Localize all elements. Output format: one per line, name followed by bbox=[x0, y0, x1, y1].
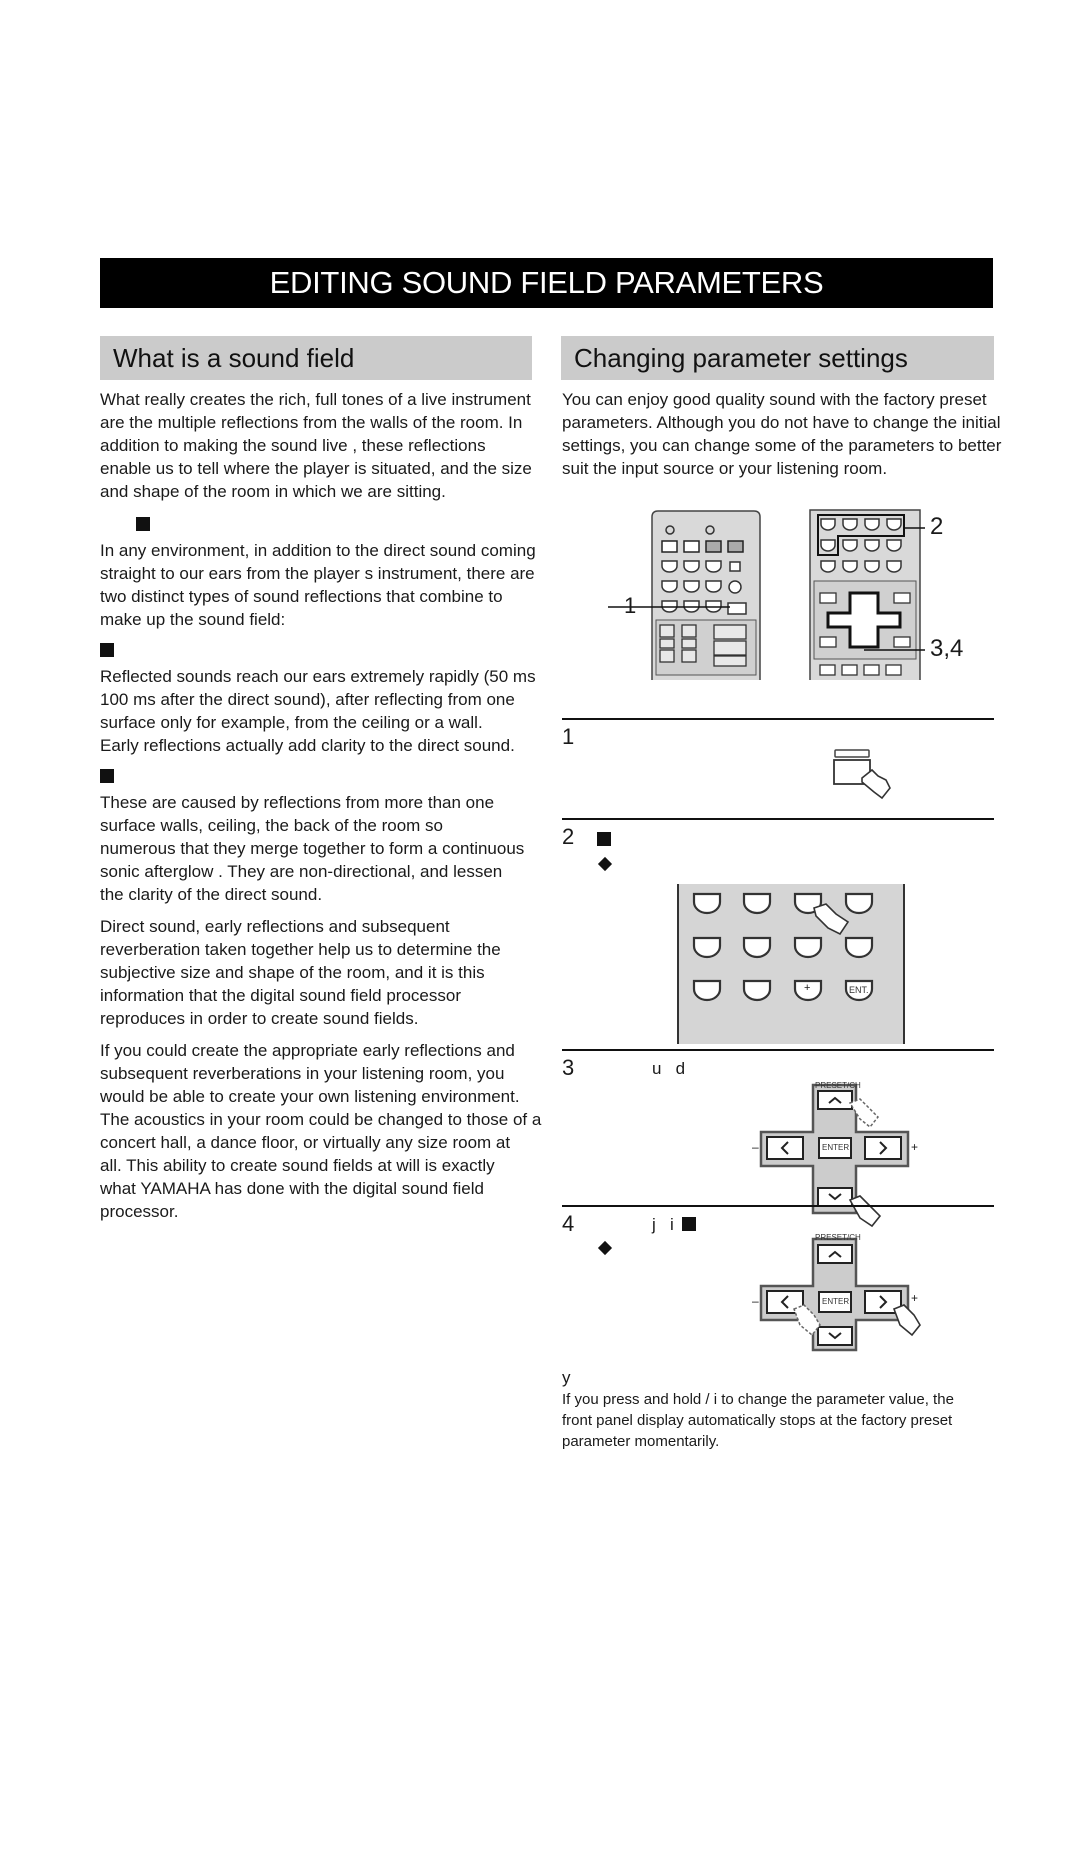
dpad-left-right-illustration bbox=[759, 1237, 921, 1352]
dpad-minus-label: – bbox=[752, 1294, 759, 1308]
text-line: These are caused by reflections from mor… bbox=[100, 793, 495, 812]
text-line: surface only for example, from the ceili… bbox=[100, 713, 483, 732]
text-line: If you could create the appropriate earl… bbox=[100, 1041, 515, 1060]
square-bullet-icon bbox=[100, 769, 114, 783]
reverberations-paragraph: These are caused by reflections from mor… bbox=[100, 791, 570, 906]
text-line: straight to our ears from the player s i… bbox=[100, 564, 535, 583]
text-line: reverberation taken together help us to … bbox=[100, 940, 501, 959]
text-line: surface walls, ceiling, the back of the … bbox=[100, 816, 443, 835]
step-divider bbox=[562, 1049, 994, 1051]
callout-label-3-4: 3,4 bbox=[930, 635, 964, 662]
create-sound-field-paragraph: If you could create the appropriate earl… bbox=[100, 1039, 570, 1223]
environment-paragraph: In any environment, in addition to the d… bbox=[100, 539, 570, 631]
note-line: front panel display automatically stops … bbox=[562, 1412, 953, 1429]
step-divider bbox=[562, 718, 994, 720]
section-heading-text: Changing parameter settings bbox=[574, 342, 908, 373]
text-line: suit the input source or your listening … bbox=[562, 459, 888, 478]
note-line: parameter momentarily. bbox=[562, 1433, 720, 1450]
callout-label-2: 2 bbox=[930, 513, 944, 540]
dpad-plus-label: + bbox=[911, 1140, 919, 1154]
text-line: all. This ability to create sound fields… bbox=[100, 1156, 495, 1175]
note-block: y If you press and hold / i to change th… bbox=[562, 1366, 1002, 1452]
text-line: 100 ms after the direct sound), after re… bbox=[100, 690, 515, 709]
step-divider bbox=[562, 1205, 994, 1207]
text-line: the clarity of the direct sound. bbox=[100, 885, 323, 904]
intro-paragraph: What really creates the rich, full tones… bbox=[100, 388, 570, 503]
dpad-up-down-illustration bbox=[759, 1083, 910, 1228]
text-line: Reflected sounds reach our ears extremel… bbox=[100, 667, 536, 686]
text-line: The acoustics in your room could be chan… bbox=[100, 1110, 542, 1129]
square-bullet-icon bbox=[136, 517, 150, 531]
text-line: subjective size and shape of the room, a… bbox=[100, 963, 485, 982]
text-line: Early reflections actually add clarity t… bbox=[100, 736, 515, 755]
text-line: and shape of the room in which we are si… bbox=[100, 482, 446, 501]
remote-control-illustration: 1 2 3,4 bbox=[600, 505, 1020, 680]
step-divider bbox=[562, 818, 994, 820]
step-4: 4 j i PRESET/CH ENTER – + bbox=[562, 1211, 994, 1352]
note-marker: y bbox=[562, 1368, 571, 1387]
dpad-top-label: PRESET/CH bbox=[815, 1081, 861, 1090]
text-line: numerous that they merge together to for… bbox=[100, 839, 525, 858]
text-line: two distinct types of sound reflections … bbox=[100, 587, 503, 606]
text-line: would be able to create your own listeni… bbox=[100, 1087, 520, 1106]
text-line: settings, you can change some of the par… bbox=[562, 436, 1002, 455]
text-line: What really creates the rich, full tones… bbox=[100, 390, 531, 409]
section-heading-what-is-sound-field: What is a sound field bbox=[100, 336, 532, 380]
text-line: sonic afterglow . They are non-direction… bbox=[100, 862, 503, 881]
dpad-top-label: PRESET/CH bbox=[815, 1233, 861, 1242]
subheading-marker-row bbox=[100, 503, 570, 539]
text-line: Direct sound, early reflections and subs… bbox=[100, 917, 450, 936]
dpad-enter-label: ENTER bbox=[822, 1297, 850, 1306]
early-reflections-paragraph: Reflected sounds reach our ears extremel… bbox=[100, 665, 570, 757]
text-line: subsequent reverberations in your listen… bbox=[100, 1064, 505, 1083]
step-3: 3 u d PRESET/CH ENTER – + bbox=[562, 1055, 994, 1228]
keypad-ent-label: ENT. bbox=[849, 985, 869, 995]
callout-label-1: 1 bbox=[624, 593, 637, 618]
direct-sound-paragraph: Direct sound, early reflections and subs… bbox=[100, 915, 570, 1030]
text-line: make up the sound field: bbox=[100, 610, 286, 629]
left-column-text: What really creates the rich, full tones… bbox=[100, 388, 570, 1223]
text-line: You can enjoy good quality sound with th… bbox=[562, 390, 987, 409]
page-title: EDITING SOUND FIELD PARAMETERS bbox=[269, 265, 824, 300]
text-line: reproduces in order to create sound fiel… bbox=[100, 1009, 419, 1028]
keypad-illustration bbox=[677, 884, 905, 1044]
step-1: 1 bbox=[562, 724, 994, 816]
text-line: what YAMAHA has done with the digital so… bbox=[100, 1179, 484, 1198]
text-line: information that the digital sound field… bbox=[100, 986, 461, 1005]
press-button-icon bbox=[833, 749, 891, 800]
keypad-plus-label: + bbox=[804, 982, 811, 994]
text-line: processor. bbox=[100, 1202, 179, 1221]
section-heading-text: What is a sound field bbox=[113, 342, 355, 373]
text-line: enable us to tell where the player is si… bbox=[100, 459, 532, 478]
dpad-enter-label: ENTER bbox=[822, 1143, 850, 1152]
text-line: In any environment, in addition to the d… bbox=[100, 541, 536, 560]
note-line: If you press and hold / i to change the … bbox=[562, 1391, 954, 1408]
square-bullet-icon bbox=[100, 643, 114, 657]
page-title-banner: EDITING SOUND FIELD PARAMETERS bbox=[100, 258, 993, 308]
dpad-plus-label: + bbox=[911, 1291, 919, 1305]
text-line: are the multiple reflections from the wa… bbox=[100, 413, 523, 432]
dpad-minus-label: – bbox=[752, 1140, 759, 1154]
section-heading-changing-parameters: Changing parameter settings bbox=[561, 336, 994, 380]
right-intro-paragraph: You can enjoy good quality sound with th… bbox=[562, 388, 1032, 480]
text-line: parameters. Although you do not have to … bbox=[562, 413, 1001, 432]
remote-right-body bbox=[809, 509, 925, 680]
text-line: addition to making the sound live , thes… bbox=[100, 436, 486, 455]
text-line: concert hall, a dance floor, or virtuall… bbox=[100, 1133, 511, 1152]
early-reflections-heading bbox=[100, 631, 570, 665]
reverberations-heading bbox=[100, 757, 570, 791]
step-2: 2 + ENT. bbox=[562, 824, 994, 1044]
